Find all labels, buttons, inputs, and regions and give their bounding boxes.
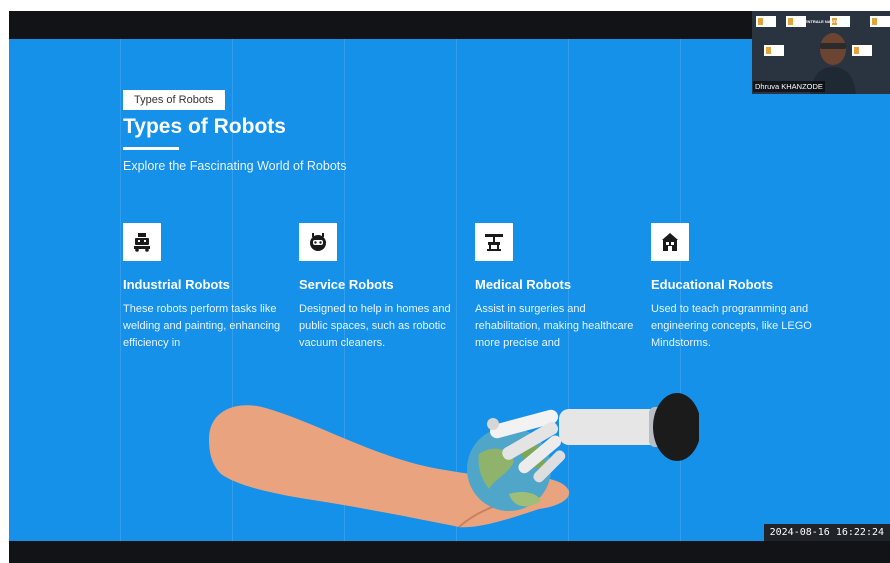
- slide-title: Types of Robots: [123, 115, 286, 138]
- presentation-slide: Types of Robots Types of Robots Explore …: [9, 39, 890, 541]
- card-title: Industrial Robots: [123, 277, 230, 292]
- medical-robot-icon: [475, 223, 513, 261]
- centrale-logo: [764, 45, 784, 56]
- card-medical-robots: Medical Robots Assist in surgeries and r…: [475, 223, 640, 352]
- card-description: Used to teach programming and engineerin…: [651, 303, 812, 349]
- service-robot-icon: [299, 223, 337, 261]
- card-industrial-robots: Industrial Robots These robots perform t…: [123, 223, 288, 352]
- industrial-robot-icon: [123, 223, 161, 261]
- card-title: Service Robots: [299, 277, 394, 292]
- card-description: These robots perform tasks like welding …: [123, 303, 281, 349]
- centrale-logo: [870, 16, 890, 27]
- webcam-overlay: CENTRALE NANTES Dhruva KHANZODE: [752, 11, 890, 94]
- title-underline: [123, 147, 179, 150]
- screen-share-view: Types of Robots Types of Robots Explore …: [9, 11, 890, 563]
- card-title: Educational Robots: [651, 277, 774, 292]
- centrale-logo: [756, 16, 776, 27]
- grid-line: [120, 39, 121, 541]
- card-description: Assist in surgeries and rehabilitation, …: [475, 303, 634, 349]
- card-description: Designed to help in homes and public spa…: [299, 303, 451, 349]
- participant-name-label: Dhruva KHANZODE: [753, 81, 825, 92]
- card-service-robots: Service Robots Designed to help in homes…: [299, 223, 464, 352]
- section-tag: Types of Robots: [123, 90, 225, 110]
- slide-subtitle: Explore the Fascinating World of Robots: [123, 159, 347, 173]
- card-title: Medical Robots: [475, 277, 572, 292]
- banner-text: CENTRALE NANTES: [802, 19, 842, 24]
- card-educational-robots: Educational Robots Used to teach program…: [651, 223, 816, 352]
- educational-robot-icon: [651, 223, 689, 261]
- hand-and-robot-hand-illustration: [209, 393, 699, 528]
- timestamp: 2024-08-16 16:22:24: [763, 524, 890, 541]
